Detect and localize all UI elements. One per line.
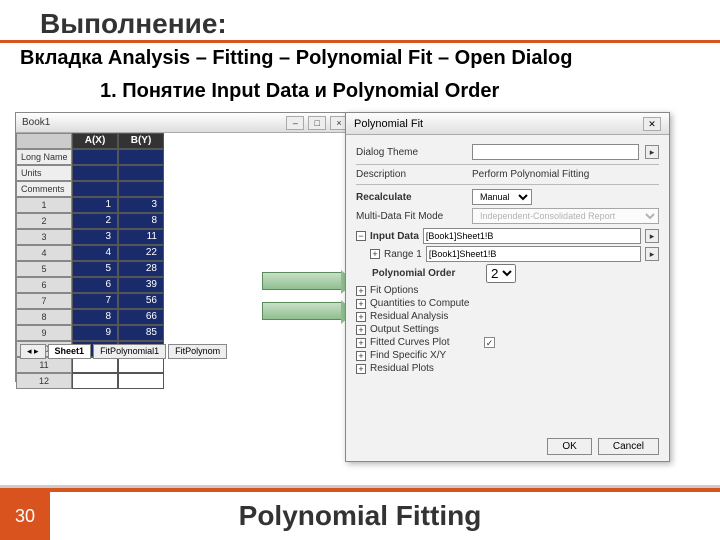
input-data-label: Input Data [370, 231, 419, 242]
worksheet-titlebar: Book1 – □ × [16, 113, 354, 133]
dialog-theme-input[interactable] [472, 144, 639, 160]
cell[interactable]: 2 [72, 213, 118, 229]
row-label: Comments [16, 181, 72, 197]
arrow-icon [262, 302, 342, 320]
cell[interactable]: 39 [118, 277, 164, 293]
expand-icon[interactable]: + [356, 351, 366, 361]
expand-icon[interactable]: + [356, 286, 366, 296]
expand-icon[interactable]: + [356, 364, 366, 374]
recalculate-label: Recalculate [356, 192, 466, 203]
expand-icon[interactable]: + [370, 249, 380, 259]
cell[interactable]: 1 [72, 197, 118, 213]
residual-plots-label: Residual Plots [370, 363, 434, 374]
cell[interactable]: 8 [72, 309, 118, 325]
page-number: 30 [0, 492, 50, 540]
dialog-close-button[interactable]: ✕ [643, 117, 661, 131]
expand-icon[interactable]: + [356, 338, 366, 348]
expand-icon[interactable]: + [356, 299, 366, 309]
dialog-title: Polynomial Fit [354, 118, 423, 130]
cell[interactable]: 5 [72, 261, 118, 277]
polynomial-order-label: Polynomial Order [372, 268, 482, 279]
cell[interactable] [72, 357, 118, 373]
input-data-field[interactable] [423, 228, 641, 244]
fit-options-label: Fit Options [370, 285, 418, 296]
col-header[interactable]: A(X) [72, 133, 118, 149]
sheet-tab[interactable]: FitPolynomial1 [93, 344, 166, 359]
cell[interactable]: 4 [72, 245, 118, 261]
row-num[interactable]: 3 [16, 229, 72, 245]
cell[interactable] [118, 357, 164, 373]
dialog-theme-label: Dialog Theme [356, 147, 466, 158]
cell[interactable]: 9 [72, 325, 118, 341]
polynomial-order-select[interactable]: 2 [486, 264, 516, 283]
dialog-titlebar: Polynomial Fit ✕ [346, 113, 669, 135]
sheet-nav[interactable]: ◂ ▸ [20, 344, 46, 359]
fitted-plot-checkbox[interactable]: ✓ [484, 337, 495, 348]
description-label: Description [356, 169, 466, 180]
sheet-tabs[interactable]: ◂ ▸ Sheet1 FitPolynomial1 FitPolynom [20, 344, 227, 359]
cell[interactable]: 3 [72, 229, 118, 245]
cell[interactable]: 8 [118, 213, 164, 229]
output-label: Output Settings [370, 324, 439, 335]
row-num[interactable]: 1 [16, 197, 72, 213]
multidata-label: Multi-Data Fit Mode [356, 211, 466, 222]
cell[interactable]: 66 [118, 309, 164, 325]
range-picker-button[interactable]: ▸ [645, 247, 659, 261]
slide-item-1: 1. Понятие Input Data и Polynomial Order [0, 70, 720, 103]
arrow-icon [262, 272, 342, 290]
minimize-button[interactable]: – [286, 116, 304, 130]
quantities-label: Quantities to Compute [370, 298, 470, 309]
window-buttons: – □ × [285, 116, 348, 130]
polynomial-fit-dialog: Polynomial Fit ✕ Dialog Theme ▸ Descript… [345, 112, 670, 462]
slide-subtitle: Вкладка Analysis – Fitting – Polynomial … [0, 45, 720, 70]
residual-label: Residual Analysis [370, 311, 448, 322]
recalculate-select[interactable]: Manual [472, 189, 532, 205]
cell[interactable]: 85 [118, 325, 164, 341]
row-label: Long Name [16, 149, 72, 165]
slide-title: Выполнение: [0, 0, 720, 43]
cancel-button[interactable]: Cancel [598, 438, 659, 455]
cell[interactable] [118, 373, 164, 389]
cell[interactable]: 56 [118, 293, 164, 309]
row-num[interactable]: 8 [16, 309, 72, 325]
row-num[interactable]: 9 [16, 325, 72, 341]
cell[interactable]: 3 [118, 197, 164, 213]
worksheet-window: Book1 – □ × Long Name Units Comments 1 2… [15, 112, 355, 382]
row-num[interactable]: 5 [16, 261, 72, 277]
find-xy-label: Find Specific X/Y [370, 350, 446, 361]
cell[interactable]: 6 [72, 277, 118, 293]
range-field[interactable] [426, 246, 641, 262]
sheet-tab[interactable]: Sheet1 [48, 344, 92, 359]
expand-icon[interactable]: + [356, 312, 366, 322]
maximize-button[interactable]: □ [308, 116, 326, 130]
range-picker-button[interactable]: ▸ [645, 229, 659, 243]
expand-icon[interactable]: + [356, 325, 366, 335]
range-label: Range 1 [384, 249, 422, 260]
multidata-select[interactable]: Independent-Consolidated Report [472, 208, 659, 224]
cell[interactable]: 28 [118, 261, 164, 277]
row-num[interactable]: 2 [16, 213, 72, 229]
cell[interactable] [72, 373, 118, 389]
row-num[interactable]: 11 [16, 357, 72, 373]
footer-title: Polynomial Fitting [0, 492, 720, 540]
cell[interactable]: 11 [118, 229, 164, 245]
row-num[interactable]: 6 [16, 277, 72, 293]
cell[interactable]: 22 [118, 245, 164, 261]
collapse-icon[interactable]: − [356, 231, 366, 241]
cell[interactable]: 7 [72, 293, 118, 309]
row-num[interactable]: 4 [16, 245, 72, 261]
fitted-plot-label: Fitted Curves Plot [370, 337, 480, 348]
col-header[interactable]: B(Y) [118, 133, 164, 149]
row-num[interactable]: 12 [16, 373, 72, 389]
worksheet-title: Book1 [22, 117, 50, 128]
row-num[interactable]: 7 [16, 293, 72, 309]
sheet-tab[interactable]: FitPolynom [168, 344, 227, 359]
theme-menu-button[interactable]: ▸ [645, 145, 659, 159]
description-value: Perform Polynomial Fitting [472, 169, 589, 180]
ok-button[interactable]: OK [547, 438, 591, 455]
row-label: Units [16, 165, 72, 181]
